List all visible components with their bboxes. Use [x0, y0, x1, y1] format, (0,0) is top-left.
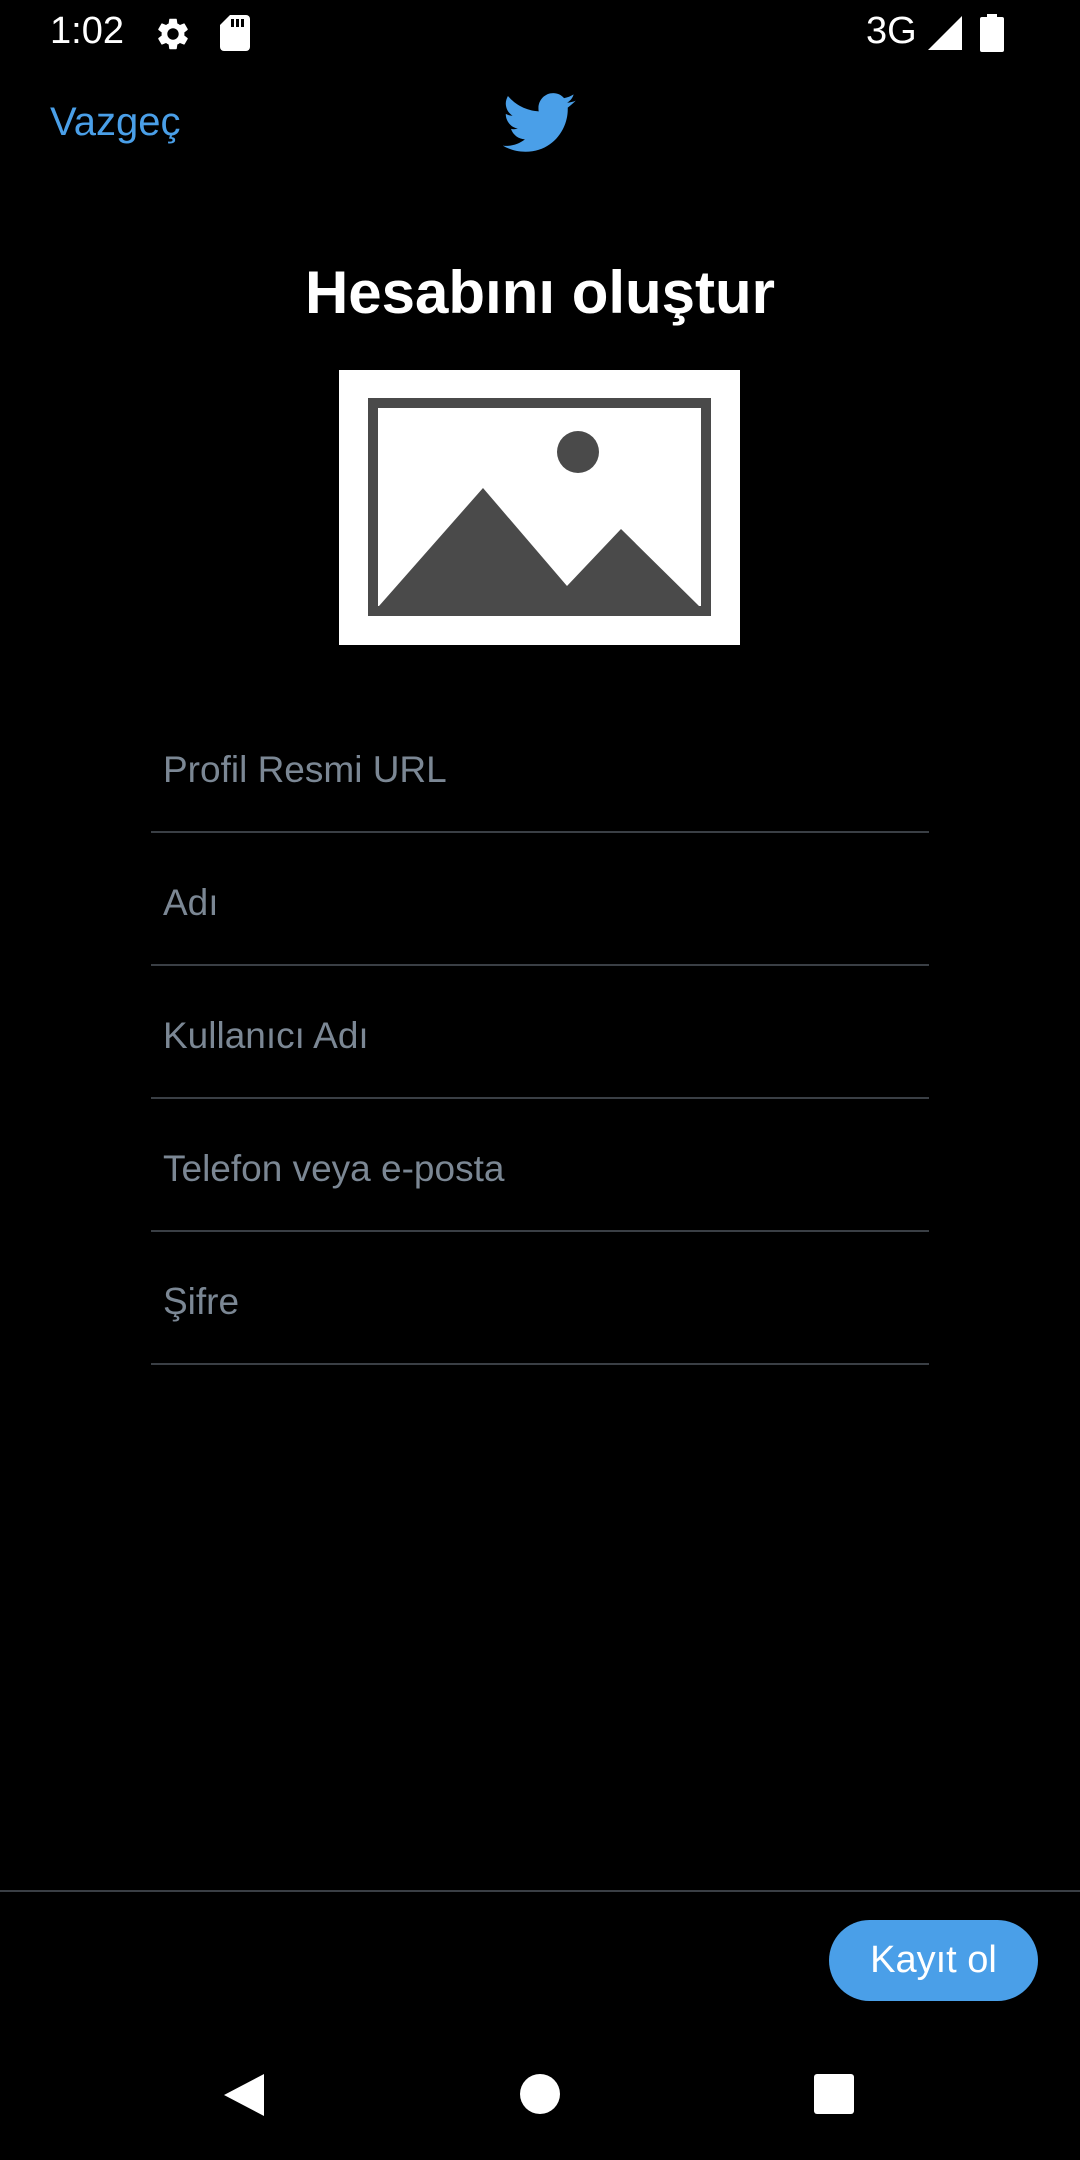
profile-image-url-input[interactable]	[163, 749, 903, 791]
footer-divider	[0, 1890, 1080, 1892]
status-bar: 1:02 3G	[0, 0, 1080, 66]
username-input[interactable]	[163, 1015, 903, 1057]
page-title: Hesabını oluştur	[304, 259, 776, 326]
name-input[interactable]	[163, 882, 903, 924]
password-input[interactable]	[163, 1281, 903, 1323]
profile-image-placeholder[interactable]	[339, 370, 740, 645]
sd-card-icon	[220, 15, 250, 51]
signal-icon	[928, 16, 962, 50]
username-field	[151, 966, 929, 1099]
twitter-bird-icon	[502, 92, 577, 156]
phone-or-email-field	[151, 1099, 929, 1232]
battery-icon	[980, 14, 1004, 52]
password-field	[151, 1232, 929, 1365]
recents-icon[interactable]	[813, 2073, 855, 2115]
profile-image-url-field	[151, 700, 929, 833]
image-icon	[339, 370, 740, 645]
gear-icon	[154, 15, 192, 53]
cancel-button[interactable]: Vazgeç	[50, 100, 180, 145]
back-icon[interactable]	[222, 2072, 266, 2118]
home-icon[interactable]	[518, 2072, 562, 2116]
signup-button[interactable]: Kayıt ol	[829, 1920, 1038, 2001]
phone-or-email-input[interactable]	[163, 1148, 903, 1190]
network-type: 3G	[866, 10, 917, 52]
signup-form	[151, 700, 929, 1365]
status-time: 1:02	[50, 10, 124, 52]
name-field	[151, 833, 929, 966]
